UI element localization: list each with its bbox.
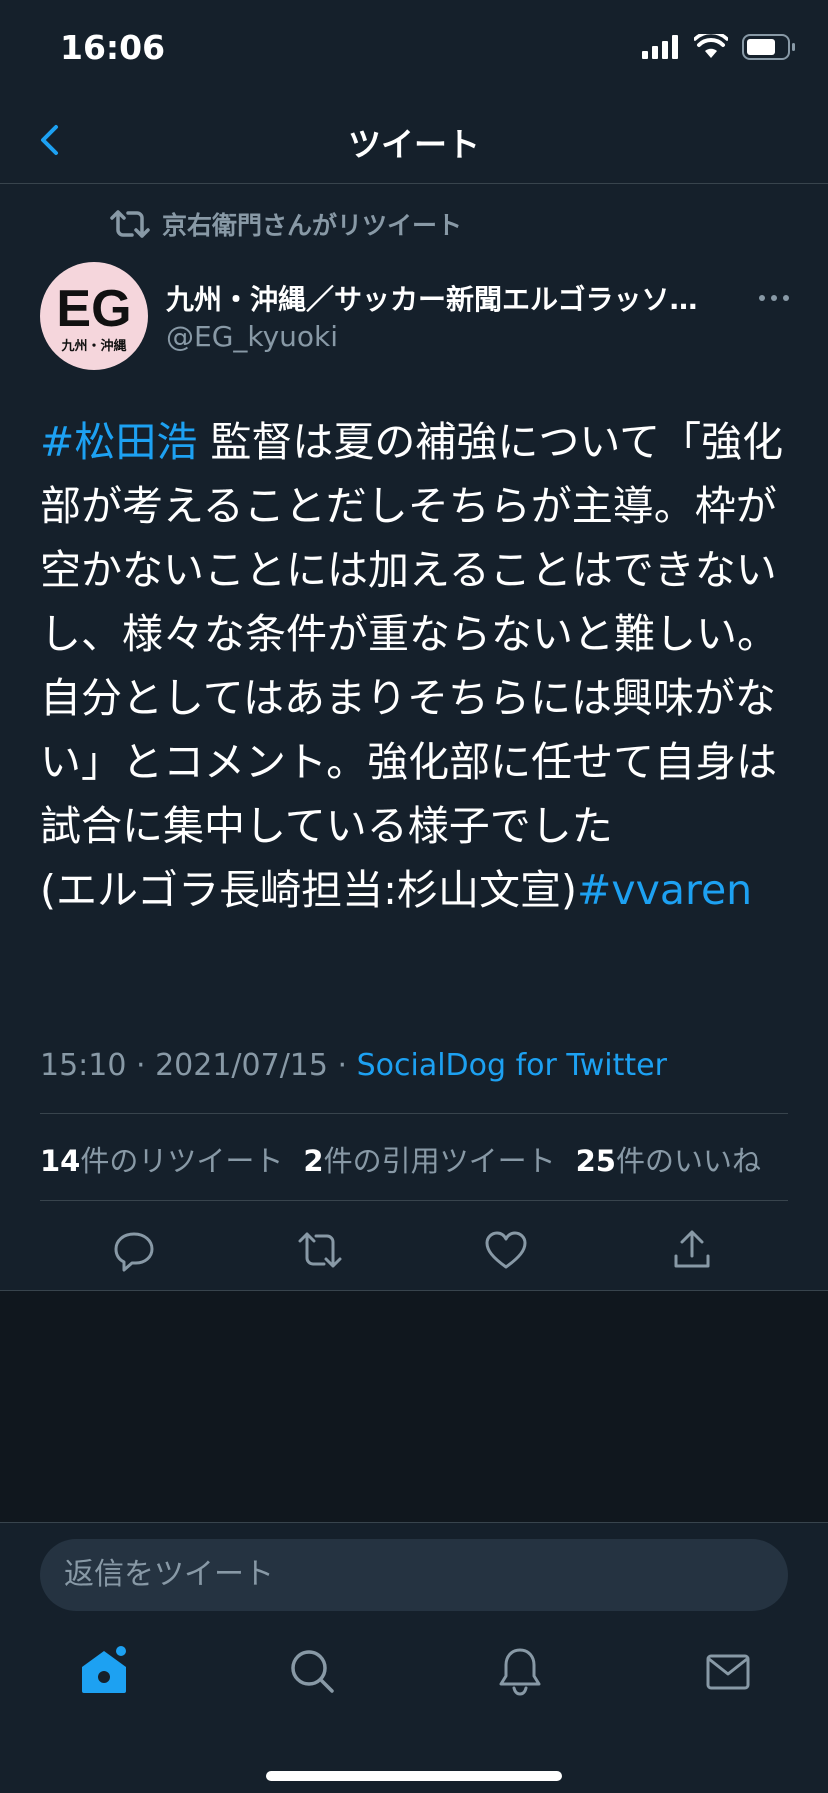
reply-icon[interactable]	[110, 1226, 158, 1274]
retweets-stat[interactable]: 14件のリツイート	[40, 1138, 283, 1180]
tweet-stats: 14件のリツイート 2件の引用ツイート 25件のいいね	[40, 1138, 761, 1180]
divider	[40, 1113, 788, 1114]
likes-stat[interactable]: 25件のいいね	[576, 1138, 761, 1180]
battery-icon	[742, 34, 795, 60]
author-handle[interactable]: @EG_kyuoki	[166, 320, 338, 353]
signal-icon	[642, 35, 678, 59]
tweet-body: 監督は夏の補強について「強化部が考えることだしそちらが主導。枠が空かないことには…	[40, 418, 784, 850]
retweets-count: 14	[40, 1144, 81, 1178]
likes-label: 件のいいね	[615, 1144, 761, 1178]
search-icon[interactable]	[284, 1643, 340, 1699]
tweet-actions	[0, 1212, 828, 1290]
status-bar: 16:06	[0, 0, 828, 96]
tweet-credit: (エルゴラ長崎担当:杉山文宣)	[40, 866, 577, 914]
quotes-label: 件の引用ツイート	[323, 1144, 556, 1178]
nav-bar: ツイート	[0, 96, 828, 184]
avatar-logo: EG 九州・沖縄	[56, 280, 131, 354]
hashtag-link[interactable]: #vvaren	[577, 866, 752, 914]
status-icons	[642, 34, 796, 60]
author-name[interactable]: 九州・沖縄／サッカー新聞エルゴラッソ…	[166, 278, 746, 318]
home-icon[interactable]	[76, 1643, 132, 1699]
home-indicator[interactable]	[266, 1771, 562, 1781]
hashtag-link[interactable]: #松田浩	[40, 418, 197, 466]
bottom-bar: 返信をツイート	[0, 1522, 828, 1793]
like-icon[interactable]	[482, 1226, 530, 1274]
page-title: ツイート	[348, 125, 480, 164]
quotes-stat[interactable]: 2件の引用ツイート	[303, 1138, 555, 1180]
share-icon[interactable]	[668, 1226, 716, 1274]
status-time: 16:06	[60, 28, 166, 67]
notifications-icon[interactable]	[492, 1643, 548, 1699]
retweet-context[interactable]: 京右衛門さんがリツイート	[110, 206, 462, 242]
tweet-meta: 15:10 · 2021/07/15 · SocialDog for Twitt…	[40, 1048, 667, 1083]
tweet-source-link[interactable]: SocialDog for Twitter	[357, 1048, 667, 1083]
tweet-timestamp: 15:10 · 2021/07/15 ·	[40, 1048, 357, 1083]
wifi-icon	[694, 34, 728, 58]
tweet-text: #松田浩 監督は夏の補強について「強化部が考えることだしそちらが主導。枠が空かな…	[40, 410, 790, 922]
divider	[40, 1200, 788, 1201]
retweet-action-icon[interactable]	[296, 1226, 344, 1274]
empty-area	[0, 1290, 828, 1523]
avatar[interactable]: EG 九州・沖縄	[40, 262, 148, 370]
likes-count: 25	[575, 1144, 616, 1178]
svg-text:EG: EG	[56, 280, 131, 338]
quotes-count: 2	[303, 1144, 324, 1178]
svg-text:九州・沖縄: 九州・沖縄	[60, 338, 126, 354]
more-icon[interactable]	[754, 278, 794, 318]
messages-icon[interactable]	[700, 1643, 756, 1699]
reply-input[interactable]: 返信をツイート	[40, 1539, 788, 1611]
retweet-icon	[110, 210, 150, 238]
retweets-label: 件のリツイート	[80, 1144, 284, 1178]
retweet-context-label: 京右衛門さんがリツイート	[162, 211, 463, 240]
